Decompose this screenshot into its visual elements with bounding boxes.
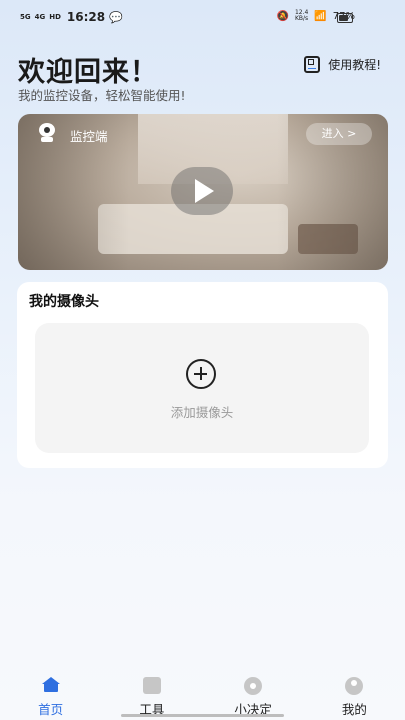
tab-home[interactable]: 首页 [0, 668, 101, 720]
tab-profile-label: 我的 [341, 702, 367, 717]
add-circle-icon [186, 359, 216, 389]
status-bar: 5G 4G HD 16:28 💬 🔕 12.4 KB/s 📶 77% [0, 0, 405, 36]
tutorial-label: 使用教程! [328, 58, 381, 72]
mute-icon: 🔕 [276, 10, 289, 22]
bottom-tab-bar: 首页 工具 小决定 我的 [0, 668, 405, 720]
page-title: 欢迎回来！ [18, 57, 158, 88]
play-button[interactable] [171, 167, 233, 215]
play-icon [195, 179, 214, 203]
tab-home-label: 首页 [38, 702, 64, 717]
tab-tools[interactable]: 工具 [101, 668, 202, 720]
message-icon: 💬 [109, 10, 123, 24]
home-indicator [121, 714, 284, 717]
profile-icon [345, 677, 364, 695]
network-speed: 12.4 KB/s [294, 9, 309, 22]
enter-button[interactable]: 进入 > [306, 123, 372, 145]
wifi-icon: 📶 [314, 10, 327, 22]
my-cameras-card: 我的摄像头 添加摄像头 [17, 282, 388, 468]
my-cameras-title: 我的摄像头 [29, 294, 99, 310]
network-5g-indicator: 5G [20, 13, 31, 21]
tab-profile[interactable]: 我的 [304, 668, 405, 720]
page-subtitle: 我的监控设备，轻松智能使用! [18, 88, 186, 103]
home-icon [41, 677, 60, 692]
status-left: 5G 4G HD 16:28 💬 [20, 10, 123, 24]
camera-icon [38, 123, 56, 143]
battery-icon [337, 13, 353, 23]
decision-wheel-icon [244, 677, 263, 695]
network-4g-indicator: 4G [34, 13, 46, 21]
hd-badge: HD [49, 13, 61, 21]
monitor-label: 监控端 [70, 129, 108, 144]
tutorial-button[interactable]: 使用教程! [304, 56, 381, 73]
add-camera-button[interactable]: 添加摄像头 [35, 323, 369, 453]
tools-box-icon [142, 677, 161, 694]
tutorial-icon [304, 56, 321, 73]
add-camera-label: 添加摄像头 [170, 405, 234, 420]
tab-decision[interactable]: 小决定 [203, 668, 304, 720]
status-time: 16:28 [66, 10, 106, 24]
monitor-video-card[interactable]: 监控端 进入 > [18, 114, 388, 270]
